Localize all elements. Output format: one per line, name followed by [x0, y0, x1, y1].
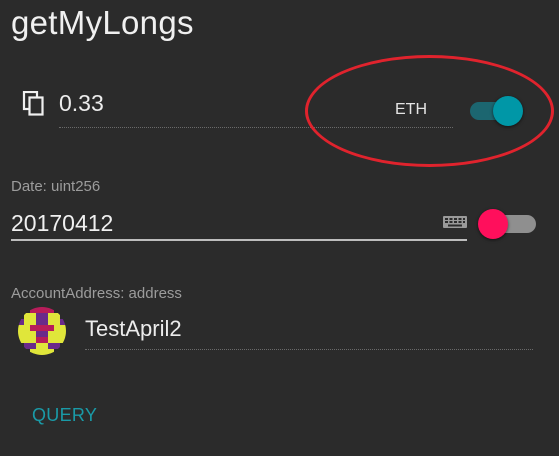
page-title: getMyLongs	[11, 4, 194, 41]
identicon-avatar	[18, 307, 66, 355]
date-field-label: Date: uint256	[11, 178, 101, 195]
amount-value[interactable]: 0.33	[59, 90, 104, 117]
address-underline	[85, 349, 533, 350]
get-my-longs-panel: getMyLongs 0.33 ETH Date: uint256 Accoun…	[0, 0, 559, 456]
unit-label: ETH	[395, 101, 427, 118]
amount-underline	[59, 127, 453, 128]
eth-unit-toggle[interactable]	[470, 96, 526, 126]
toggle-thumb	[493, 96, 523, 126]
account-name[interactable]: TestApril2	[85, 316, 182, 342]
toggle-thumb	[478, 209, 508, 239]
copy-icon[interactable]	[22, 91, 46, 117]
date-input-mode-toggle[interactable]	[478, 209, 538, 239]
query-button[interactable]: QUERY	[22, 396, 112, 434]
address-field-label: AccountAddress: address	[11, 285, 182, 302]
date-input[interactable]	[11, 207, 467, 241]
keyboard-icon[interactable]	[443, 216, 467, 228]
